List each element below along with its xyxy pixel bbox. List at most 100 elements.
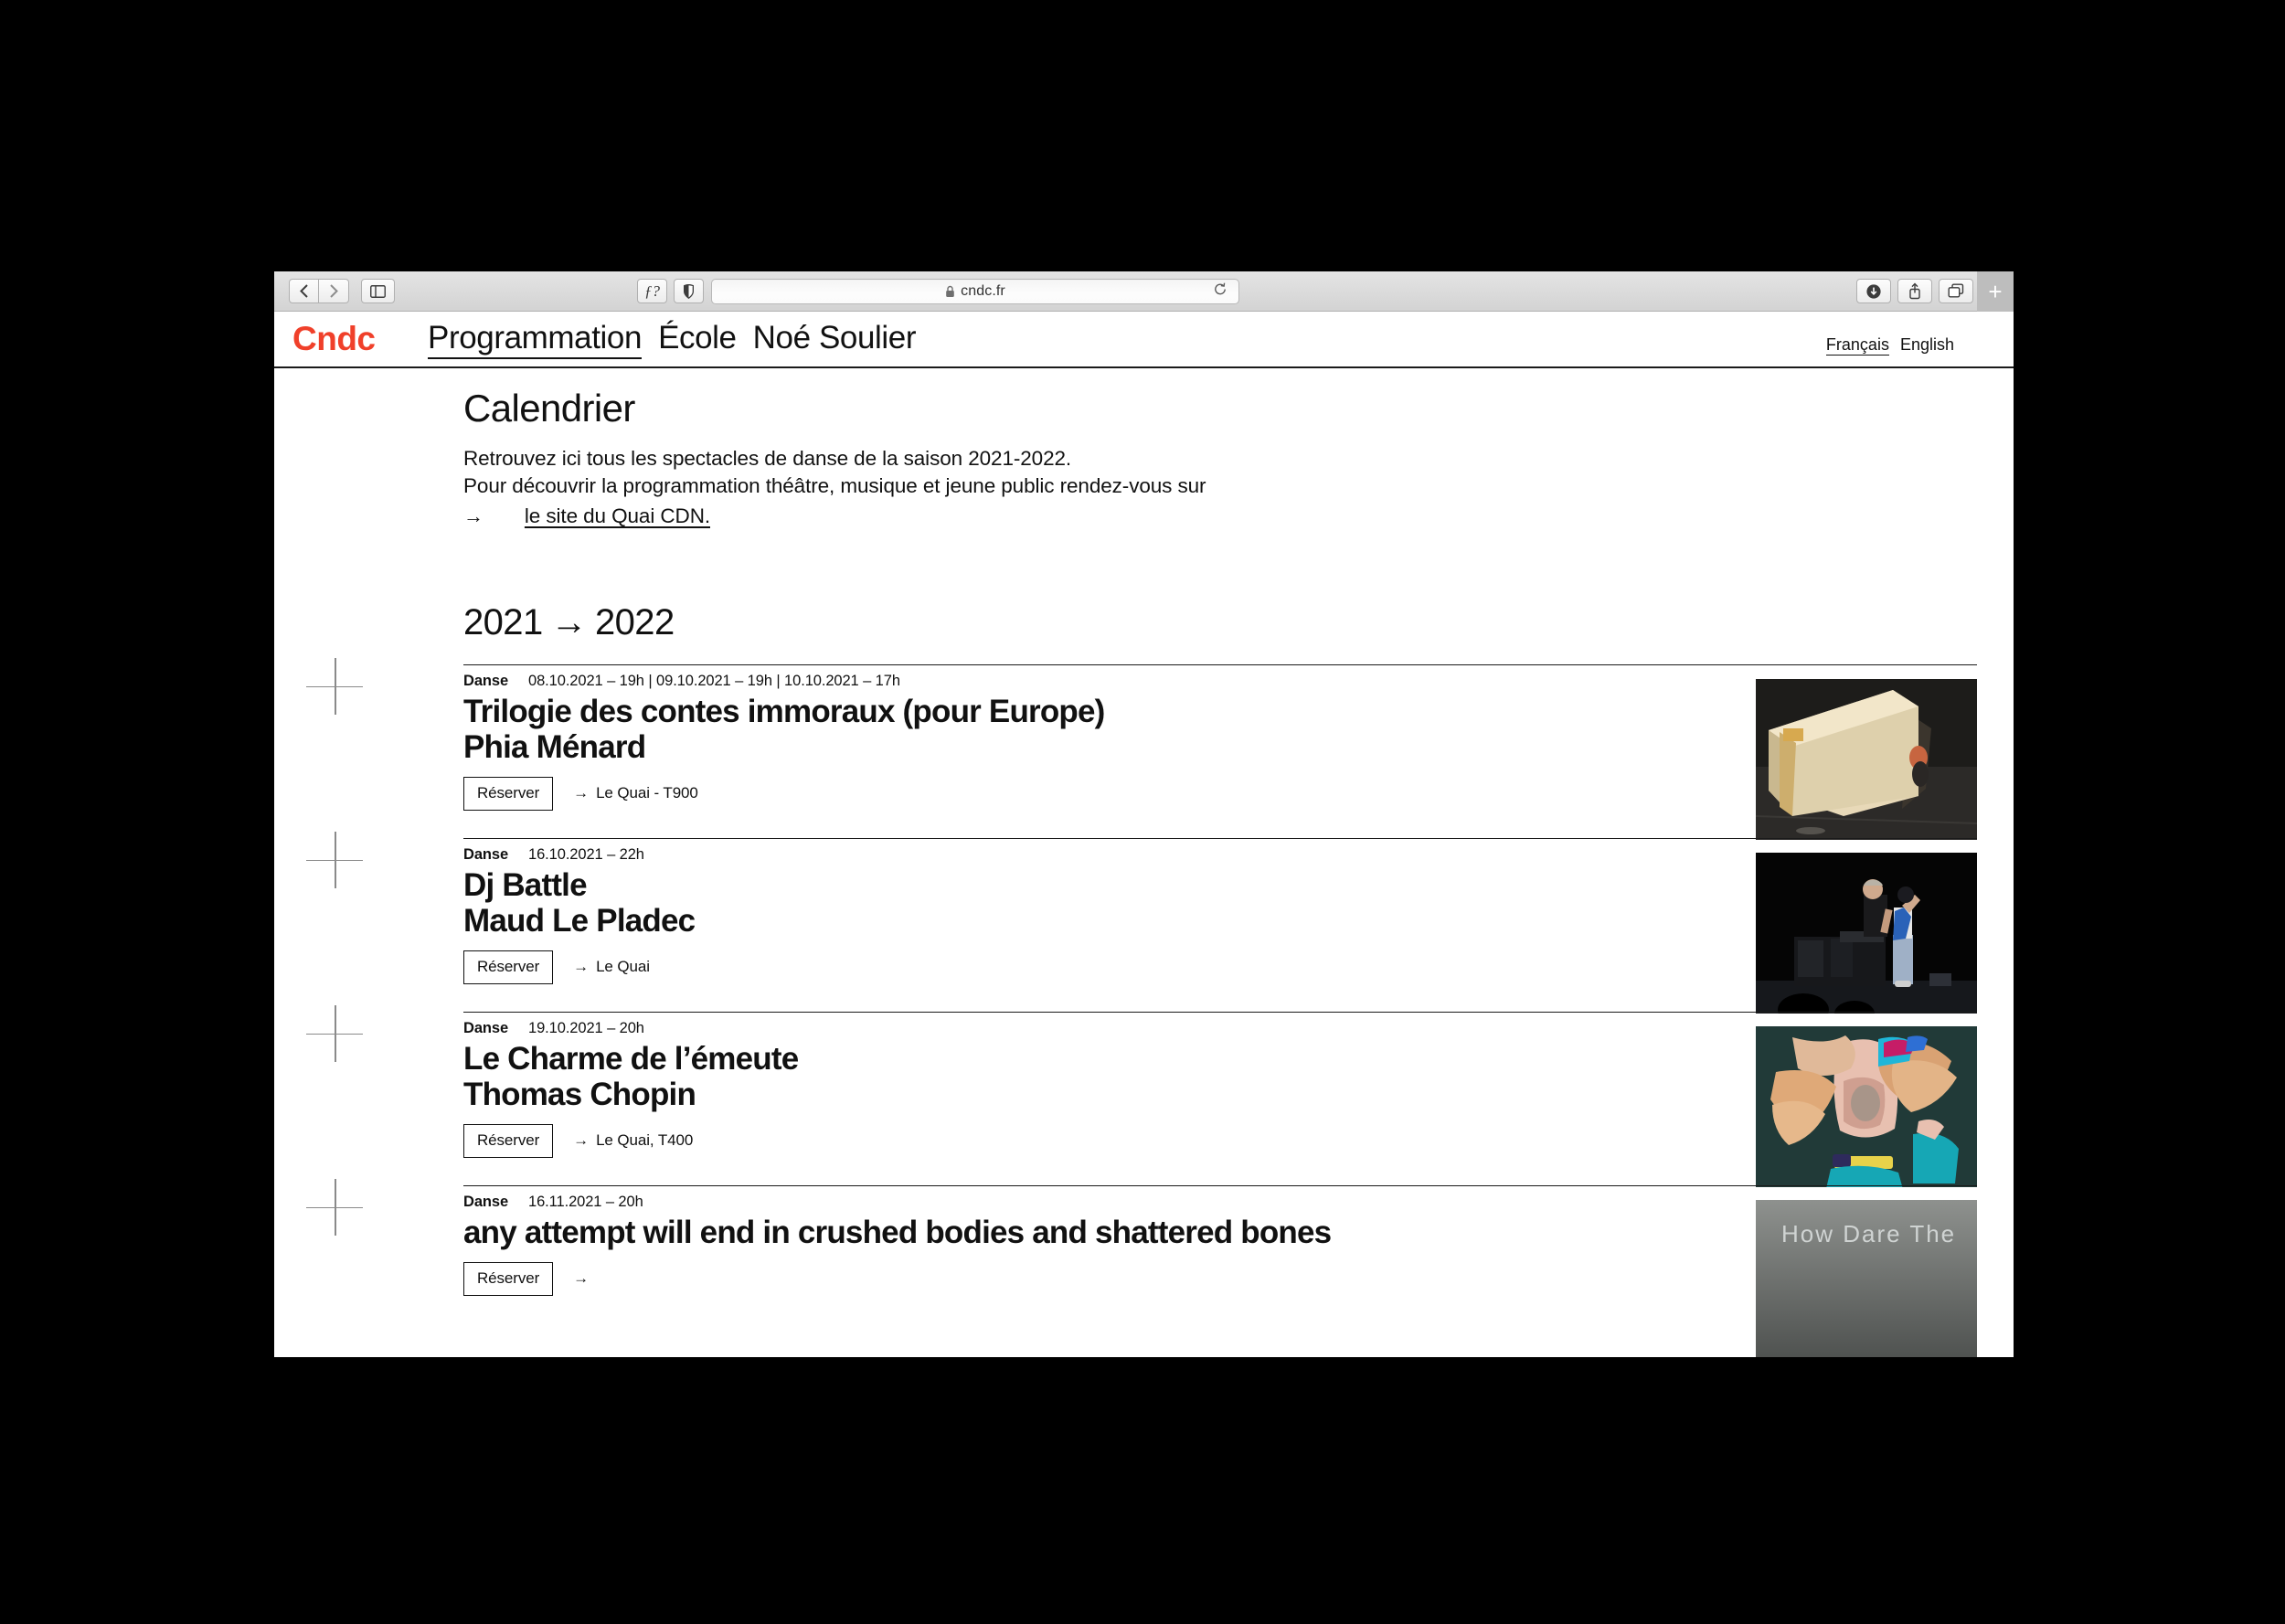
event-actions: Réserver → Le Quai - T900	[463, 776, 1735, 811]
page-title: Calendrier	[463, 387, 635, 430]
event-category: Danse	[463, 1019, 509, 1036]
event-row[interactable]: Danse 16.11.2021 – 20h any attempt will …	[306, 1178, 1977, 1357]
main-content: Calendrier Retrouvez ici tous les specta…	[274, 368, 2014, 1357]
site-navigation: Cndc Programmation École Noé Soulier Fra…	[274, 312, 2014, 368]
nav-item-noe-soulier[interactable]: Noé Soulier	[753, 320, 917, 357]
reload-button[interactable]	[1213, 281, 1228, 301]
event-venue: → Le Quai, T400	[573, 1131, 693, 1150]
back-button[interactable]	[289, 279, 319, 303]
how-dare-they-video-still-image: How Dare The	[1756, 1199, 1977, 1357]
plus-icon: +	[1988, 278, 2003, 305]
event-thumbnail[interactable]	[1756, 1025, 1977, 1187]
quai-cdn-link[interactable]: le site du Quai CDN.	[525, 503, 710, 530]
event-actions: Réserver →	[463, 1261, 1735, 1296]
event-thumbnail[interactable]	[1756, 852, 1977, 1014]
toolbar-right-group	[1856, 279, 1973, 303]
sidebar-toggle-button[interactable]	[361, 279, 395, 303]
arrow-right-icon: →	[573, 784, 590, 802]
intro-text: Retrouvez ici tous les spectacles de dan…	[463, 445, 1977, 530]
crosshair-marker	[306, 831, 363, 888]
shield-icon	[684, 283, 694, 299]
event-row[interactable]: Danse 08.10.2021 – 19h | 09.10.2021 – 19…	[306, 657, 1977, 840]
venue-label: Le Quai	[596, 958, 650, 976]
sidebar-icon	[370, 284, 386, 298]
event-category: Danse	[463, 1193, 509, 1210]
share-button[interactable]	[1897, 279, 1932, 303]
event-dates: 16.11.2021 – 20h	[528, 1193, 643, 1210]
forward-button[interactable]	[319, 279, 349, 303]
crosshair-marker	[306, 657, 363, 715]
dancer-with-orange-fabric-image	[1756, 1025, 1977, 1187]
lock-icon	[946, 285, 954, 297]
web-page: Cndc Programmation École Noé Soulier Fra…	[274, 312, 2014, 1357]
share-icon	[1909, 282, 1920, 300]
venue-label: Le Quai, T400	[596, 1131, 694, 1150]
reader-mode-button[interactable]: ƒ?	[637, 279, 667, 303]
browser-toolbar: ƒ? cndc.fr +	[274, 271, 2014, 312]
reserve-button[interactable]: Réserver	[463, 1123, 554, 1158]
tab-overview-button[interactable]	[1939, 279, 1973, 303]
arrow-right-icon: →	[463, 504, 484, 528]
intro-line-2: Pour découvrir la programmation théâtre,…	[463, 474, 1206, 498]
arrow-right-icon: →	[550, 601, 588, 642]
event-meta: Danse 08.10.2021 – 19h | 09.10.2021 – 19…	[463, 673, 1735, 690]
url-bar[interactable]: cndc.fr	[711, 278, 1239, 304]
reader-font-icon: ƒ?	[644, 281, 660, 300]
event-actions: Réserver → Le Quai, T400	[463, 1123, 1735, 1158]
intro-link-row: → le site du Quai CDN.	[463, 503, 1977, 530]
navigation-button-group	[289, 279, 349, 303]
nav-item-ecole[interactable]: École	[658, 320, 737, 357]
new-tab-button[interactable]: +	[1977, 271, 2014, 312]
event-list: Danse 08.10.2021 – 19h | 09.10.2021 – 19…	[306, 657, 1977, 1357]
downloads-button[interactable]	[1856, 279, 1891, 303]
event-thumbnail[interactable]: How Dare The	[1756, 1199, 1977, 1357]
dj-and-dancer-on-dark-stage-image	[1756, 852, 1977, 1014]
event-title[interactable]: any attempt will end in crushed bodies a…	[463, 1215, 1735, 1250]
url-text: cndc.fr	[961, 282, 1005, 299]
crosshair-marker	[306, 1004, 363, 1062]
url-text-group: cndc.fr	[945, 283, 1005, 300]
lang-english[interactable]: English	[1900, 335, 1954, 355]
season-to: 2022	[595, 601, 675, 642]
event-meta: Danse 19.10.2021 – 20h	[463, 1020, 1735, 1037]
arrow-right-icon: →	[573, 958, 590, 976]
event-title[interactable]: Dj Battle	[463, 867, 1735, 903]
event-title[interactable]: Trilogie des contes immoraux (pour Europ…	[463, 694, 1735, 729]
video-still-caption: How Dare The	[1781, 1220, 1956, 1247]
browser-window: ƒ? cndc.fr + Cndc Programmation École No…	[274, 271, 2014, 1357]
nav-item-programmation[interactable]: Programmation	[428, 320, 642, 359]
language-switcher: Français English	[1825, 335, 1954, 356]
privacy-report-button[interactable]	[674, 279, 704, 303]
event-category: Danse	[463, 672, 509, 689]
event-venue: →	[573, 1269, 596, 1288]
reserve-button[interactable]: Réserver	[463, 1261, 554, 1296]
venue-label: Le Quai - T900	[596, 784, 698, 802]
event-row[interactable]: Danse 16.10.2021 – 22h Dj Battle Maud Le…	[306, 831, 1977, 1014]
event-row[interactable]: Danse 19.10.2021 – 20h Le Charme de l’ém…	[306, 1004, 1977, 1187]
reader-and-privacy-group: ƒ?	[637, 279, 704, 303]
event-artist: Maud Le Pladec	[463, 902, 696, 939]
event-artist: Thomas Chopin	[463, 1076, 696, 1112]
event-thumbnail[interactable]	[1756, 678, 1977, 840]
event-category: Danse	[463, 845, 509, 863]
event-dates: 08.10.2021 – 19h | 09.10.2021 – 19h | 10…	[528, 672, 900, 689]
arrow-right-icon: →	[573, 1131, 590, 1150]
download-icon	[1866, 283, 1881, 299]
event-meta: Danse 16.11.2021 – 20h	[463, 1194, 1735, 1211]
event-venue: → Le Quai	[573, 958, 650, 976]
tab-overview-icon	[1948, 283, 1964, 298]
event-meta: Danse 16.10.2021 – 22h	[463, 846, 1735, 864]
event-artist: Phia Ménard	[463, 728, 646, 765]
site-logo[interactable]: Cndc	[292, 320, 428, 358]
chevron-left-icon	[300, 284, 308, 298]
event-dates: 16.10.2021 – 22h	[528, 845, 644, 863]
reserve-button[interactable]: Réserver	[463, 950, 554, 984]
chevron-right-icon	[329, 284, 338, 298]
main-nav-links: Programmation École Noé Soulier	[428, 320, 917, 359]
lang-francais[interactable]: Français	[1825, 335, 1889, 356]
reserve-button[interactable]: Réserver	[463, 776, 554, 811]
season-heading: 2021 → 2022	[463, 602, 1977, 643]
event-actions: Réserver → Le Quai	[463, 950, 1735, 984]
arrow-right-icon: →	[573, 1269, 590, 1288]
event-title[interactable]: Le Charme de l’émeute	[463, 1041, 1735, 1077]
